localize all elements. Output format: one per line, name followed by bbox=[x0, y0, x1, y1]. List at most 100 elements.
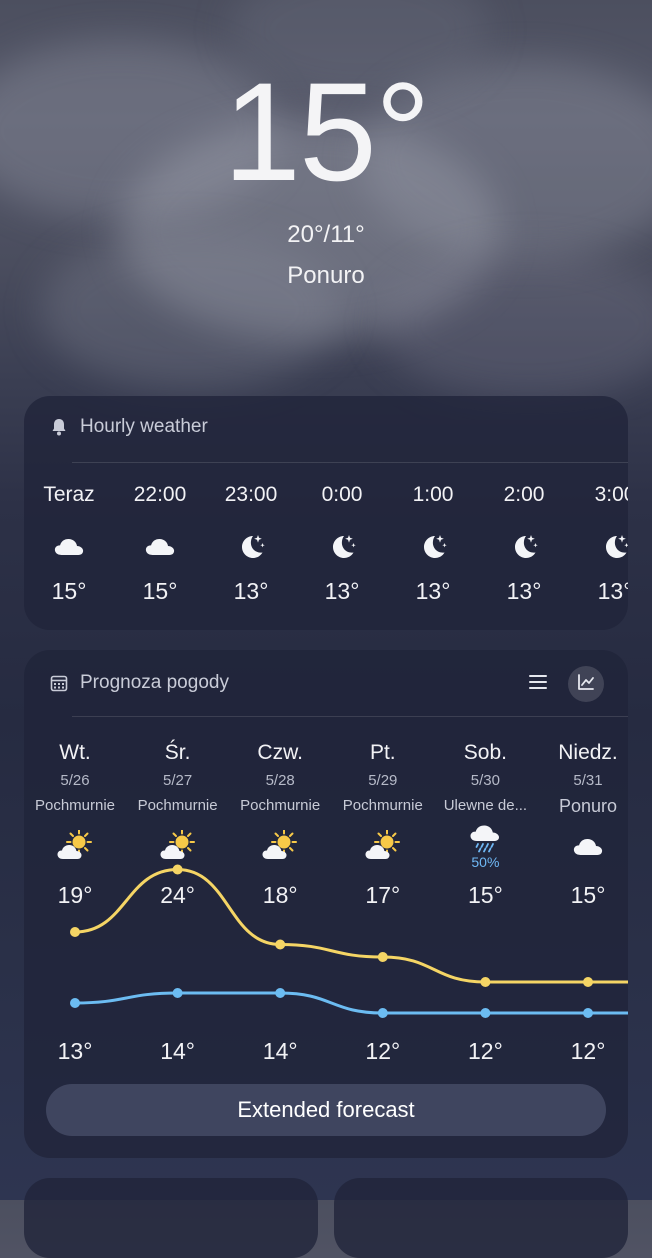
divider bbox=[72, 462, 628, 463]
bell-icon bbox=[48, 416, 70, 438]
hourly-temp: 15° bbox=[51, 578, 87, 604]
partly-cloudy-icon bbox=[332, 820, 434, 872]
high-temp-point bbox=[480, 977, 491, 987]
day-name: Wt. bbox=[59, 741, 91, 764]
current-condition: Ponuro bbox=[287, 262, 365, 289]
hourly-time: 22:00 bbox=[133, 483, 187, 506]
hourly-item: Teraz 15° bbox=[24, 480, 114, 605]
hourly-item: 23:00 13° bbox=[206, 480, 296, 605]
low-temp-point bbox=[377, 1008, 388, 1018]
hourly-temp: 13° bbox=[233, 578, 269, 604]
high-temp: 15° bbox=[570, 882, 606, 908]
hourly-item: 3:00 13° bbox=[570, 480, 628, 605]
high-temp: 15° bbox=[468, 882, 503, 908]
low-temp: 14° bbox=[262, 1038, 298, 1064]
hourly-time: 0:00 bbox=[321, 483, 363, 506]
forecast-day[interactable]: Pt. 5/29 Pochmurnie 17° bbox=[332, 738, 434, 909]
forecast-day[interactable]: Niedz. 5/31 Ponuro 15° bbox=[537, 738, 639, 909]
high-temp: 24° bbox=[160, 882, 195, 908]
high-temp-point bbox=[275, 939, 286, 950]
day-name: Czw. bbox=[257, 741, 303, 764]
hourly-time: Teraz bbox=[43, 483, 95, 506]
hourly-time: 2:00 bbox=[503, 483, 545, 506]
forecast-day[interactable]: Wt. 5/26 Pochmurnie 19° bbox=[24, 738, 126, 909]
hourly-temp: 13° bbox=[506, 578, 542, 604]
low-temp: 12° bbox=[365, 1038, 401, 1064]
day-condition: Pochmurnie bbox=[34, 797, 116, 814]
hourly-temp: 13° bbox=[324, 578, 360, 604]
hourly-time: 3:00 bbox=[594, 483, 628, 506]
low-temp: 12° bbox=[570, 1038, 606, 1064]
cloud-icon bbox=[537, 820, 639, 872]
forecast-card: Prognoza pogody Wt. 5/26 Pochmurnie 19° Śr. 5… bbox=[24, 650, 628, 1158]
day-date: 5/28 bbox=[265, 772, 295, 789]
day-condition: Pochmurnie bbox=[240, 797, 321, 814]
high-temp: 19° bbox=[57, 882, 93, 908]
precipitation-chance: 50% bbox=[471, 854, 500, 870]
partly-cloudy-icon bbox=[127, 820, 229, 872]
hourly-temp: 15° bbox=[142, 578, 178, 604]
moon-stars-icon bbox=[206, 528, 296, 564]
view-toggle bbox=[520, 666, 604, 702]
calendar-icon bbox=[48, 672, 70, 694]
day-name: Pt. bbox=[369, 741, 396, 764]
list-view-icon bbox=[528, 673, 548, 696]
high-temp: 18° bbox=[262, 882, 298, 908]
day-name: Śr. bbox=[164, 741, 191, 764]
hourly-item: 22:00 15° bbox=[115, 480, 205, 605]
day-name: Niedz. bbox=[558, 741, 618, 764]
hourly-time: 1:00 bbox=[412, 483, 454, 506]
low-temp: 13° bbox=[57, 1038, 93, 1064]
hourly-list[interactable]: Teraz 15° 22:00 15° 23:00 13° 0:00 13° 1:00 13° 2:… bbox=[24, 480, 628, 620]
cloud-icon bbox=[24, 528, 114, 564]
low-temp: 14° bbox=[160, 1038, 195, 1064]
day-condition: Ponuro bbox=[558, 796, 618, 816]
low-temp-point bbox=[480, 1008, 491, 1018]
low-temp: 12° bbox=[468, 1038, 503, 1064]
moon-stars-icon bbox=[388, 528, 478, 564]
day-date: 5/26 bbox=[60, 772, 90, 789]
moon-stars-icon bbox=[570, 528, 628, 564]
forecast-day[interactable]: Sob. 5/30 Ulewne de... 50% 15° bbox=[434, 738, 536, 909]
low-temp-point bbox=[172, 988, 183, 998]
moon-stars-icon bbox=[479, 528, 569, 564]
forecast-day[interactable]: Śr. 5/27 Pochmurnie 24° bbox=[127, 738, 229, 909]
chart-view-button[interactable] bbox=[568, 666, 604, 702]
hourly-item: 0:00 13° bbox=[297, 480, 387, 605]
hourly-temp: 13° bbox=[597, 578, 628, 604]
hourly-item: 2:00 13° bbox=[479, 480, 569, 605]
low-temp-point bbox=[70, 998, 80, 1008]
day-name: Sob. bbox=[463, 741, 507, 764]
day-date: 5/30 bbox=[470, 772, 500, 789]
hourly-weather-card[interactable]: Hourly weather Teraz 15° 22:00 15° 23:00 13° 0… bbox=[24, 396, 628, 630]
divider bbox=[72, 716, 628, 717]
extended-forecast-button[interactable]: Extended forecast bbox=[46, 1084, 606, 1136]
hourly-title: Hourly weather bbox=[80, 416, 208, 437]
partly-cloudy-icon bbox=[24, 820, 126, 872]
moon-stars-icon bbox=[297, 528, 387, 564]
low-temp-line bbox=[74, 991, 628, 1015]
chart-view-icon bbox=[576, 672, 596, 697]
day-date: 5/29 bbox=[368, 772, 398, 789]
partly-cloudy-icon bbox=[229, 820, 331, 872]
high-temp: 17° bbox=[365, 882, 401, 908]
day-condition: Ulewne de... bbox=[443, 797, 528, 814]
high-low-temperature: 20°/11° bbox=[287, 221, 365, 248]
forecast-day[interactable]: Czw. 5/28 Pochmurnie 18° bbox=[229, 738, 331, 909]
low-temp-point bbox=[583, 1008, 593, 1018]
day-condition: Pochmurnie bbox=[342, 797, 423, 814]
heavy-rain-icon: 50% bbox=[434, 820, 536, 872]
hourly-time: 23:00 bbox=[224, 483, 278, 506]
list-view-button[interactable] bbox=[520, 666, 556, 702]
hourly-temp: 13° bbox=[415, 578, 451, 604]
forecast-header: Prognoza pogody bbox=[48, 672, 229, 694]
bottom-card-left[interactable] bbox=[24, 1178, 318, 1258]
high-temp-point bbox=[583, 977, 593, 987]
day-condition: Pochmurnie bbox=[137, 797, 218, 814]
bottom-card-right[interactable] bbox=[334, 1178, 628, 1258]
forecast-title: Prognoza pogody bbox=[80, 672, 229, 693]
high-temp-point bbox=[377, 952, 388, 962]
cloud-icon bbox=[115, 528, 205, 564]
low-temp-point bbox=[275, 988, 286, 998]
high-temp-point bbox=[70, 927, 80, 937]
